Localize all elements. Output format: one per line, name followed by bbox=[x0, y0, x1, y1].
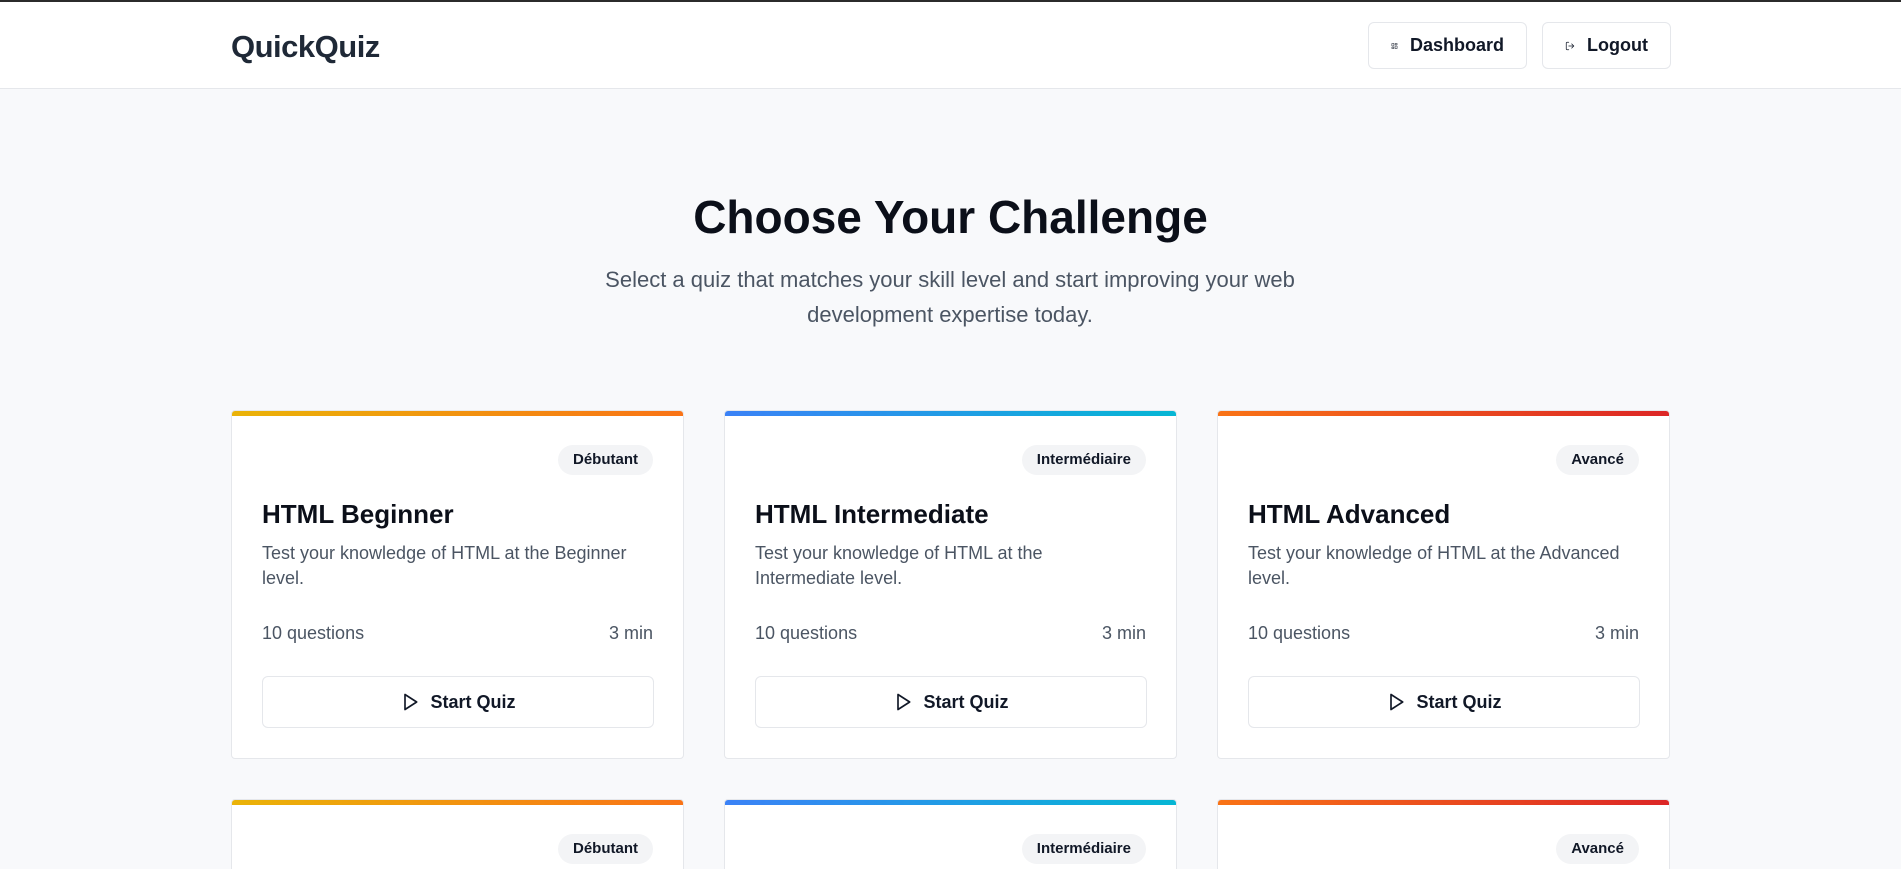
quiz-duration: 3 min bbox=[608, 623, 653, 643]
start-quiz-label: Start Quiz bbox=[923, 691, 1009, 712]
app-logo[interactable]: QuickQuiz bbox=[231, 29, 380, 65]
start-quiz-label: Start Quiz bbox=[1416, 691, 1502, 712]
difficulty-accent-bar bbox=[232, 800, 683, 805]
quiz-card: Avancé bbox=[1217, 799, 1670, 869]
quiz-duration: 3 min bbox=[1594, 623, 1639, 643]
difficulty-accent-bar bbox=[725, 800, 1176, 805]
difficulty-badge: Débutant bbox=[558, 445, 653, 475]
difficulty-badge: Débutant bbox=[558, 834, 653, 864]
play-icon bbox=[897, 693, 911, 711]
play-icon bbox=[1390, 693, 1404, 711]
question-count: 10 questions bbox=[1248, 623, 1351, 643]
difficulty-badge: Avancé bbox=[1556, 445, 1639, 475]
difficulty-accent-bar bbox=[725, 411, 1176, 416]
dashboard-button-label: Dashboard bbox=[1409, 35, 1504, 55]
logout-button-label: Logout bbox=[1587, 35, 1648, 55]
start-quiz-label: Start Quiz bbox=[430, 691, 516, 712]
difficulty-badge: Intermédiaire bbox=[1021, 834, 1146, 864]
quiz-duration: 3 min bbox=[1101, 623, 1146, 643]
top-navbar: QuickQuiz Dashboard Logout bbox=[0, 2, 1901, 89]
play-icon bbox=[404, 693, 418, 711]
logout-button[interactable]: Logout bbox=[1542, 22, 1671, 69]
quiz-card: Avancé HTML Advanced Test your knowledge… bbox=[1217, 410, 1670, 759]
start-quiz-button[interactable]: Start Quiz bbox=[262, 676, 654, 728]
question-count: 10 questions bbox=[262, 623, 365, 643]
difficulty-badge: Intermédiaire bbox=[1021, 445, 1146, 475]
question-count: 10 questions bbox=[755, 623, 858, 643]
quiz-description: Test your knowledge of HTML at the Begin… bbox=[262, 543, 627, 588]
layout-dashboard-icon bbox=[1391, 42, 1398, 49]
page-title: Choose Your Challenge bbox=[693, 191, 1208, 243]
page-subtitle: Select a quiz that matches your skill le… bbox=[605, 267, 1295, 327]
quiz-description: Test your knowledge of HTML at the Inter… bbox=[755, 543, 1043, 588]
quiz-card: Débutant bbox=[231, 799, 684, 869]
quiz-card: Intermédiaire HTML Intermediate Test you… bbox=[724, 410, 1177, 759]
log-out-icon bbox=[1565, 41, 1575, 50]
quiz-title: HTML Advanced bbox=[1248, 499, 1451, 529]
start-quiz-button[interactable]: Start Quiz bbox=[1248, 676, 1640, 728]
dashboard-button[interactable]: Dashboard bbox=[1368, 22, 1527, 69]
quiz-card: Intermédiaire bbox=[724, 799, 1177, 869]
start-quiz-button[interactable]: Start Quiz bbox=[755, 676, 1147, 728]
difficulty-accent-bar bbox=[1218, 411, 1669, 416]
quiz-title: HTML Beginner bbox=[262, 499, 454, 529]
difficulty-accent-bar bbox=[232, 411, 683, 416]
quiz-description: Test your knowledge of HTML at the Advan… bbox=[1248, 543, 1620, 588]
quiz-card: Débutant HTML Beginner Test your knowled… bbox=[231, 410, 684, 759]
quiz-title: HTML Intermediate bbox=[755, 499, 989, 529]
difficulty-accent-bar bbox=[1218, 800, 1669, 805]
difficulty-badge: Avancé bbox=[1556, 834, 1639, 864]
